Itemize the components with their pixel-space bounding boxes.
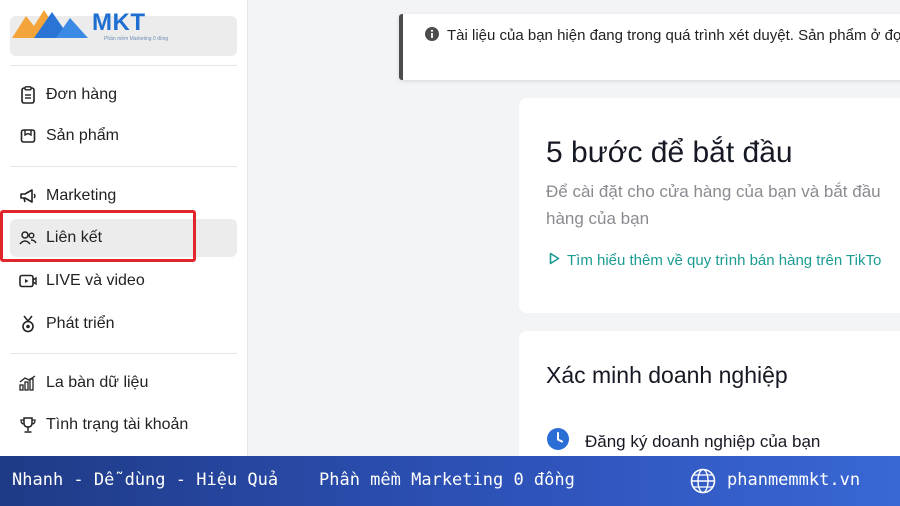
learn-more-label: Tìm hiểu thêm về quy trình bán hàng trên… bbox=[567, 252, 882, 269]
sidebar-item-phat-trien[interactable]: Phát triển bbox=[10, 305, 237, 343]
sidebar-item-live-video[interactable]: LIVE và video bbox=[10, 262, 237, 300]
sidebar-item-label: Phát triển bbox=[46, 315, 115, 332]
notice-text: Tài liệu của bạn hiện đang trong quá trì… bbox=[447, 27, 900, 44]
trophy-icon bbox=[19, 416, 37, 434]
banner-slogan: Nhanh - Dễ dùng - Hiệu Quả bbox=[12, 470, 279, 490]
sidebar-item-la-ban-du-lieu[interactable]: La bàn dữ liệu bbox=[10, 364, 237, 402]
sidebar-item-don-hang[interactable]: Đơn hàng bbox=[10, 76, 237, 114]
getting-started-subtitle: Để cài đặt cho cửa hàng của bạn và bắt đ… bbox=[546, 182, 881, 228]
mkt-logo: MKT Phần mềm Marketing 0 đồng bbox=[12, 8, 168, 48]
business-verification-card: Xác minh doanh nghiệp Đăng ký doanh nghi… bbox=[519, 331, 900, 471]
mountain-logo-icon bbox=[12, 10, 88, 38]
banner-product: Phần mềm Marketing 0 đồng bbox=[319, 470, 575, 490]
register-business-label: Đăng ký doanh nghiệp của bạn bbox=[585, 431, 821, 451]
logo-brand: MKT bbox=[92, 9, 146, 36]
data-chart-icon bbox=[19, 374, 37, 392]
live-video-icon bbox=[19, 272, 37, 290]
clipboard-icon bbox=[19, 86, 37, 104]
sidebar-item-tinh-trang-tai-khoan[interactable]: Tình trạng tài khoản bbox=[10, 406, 237, 444]
divider bbox=[10, 65, 237, 66]
sidebar-item-label: La bàn dữ liệu bbox=[46, 374, 149, 391]
banner-website[interactable]: phanmemmkt.vn bbox=[727, 470, 860, 490]
promo-banner: Nhanh - Dễ dùng - Hiệu Quả Phần mềm Mark… bbox=[0, 456, 900, 506]
megaphone-icon bbox=[19, 187, 37, 205]
globe-icon bbox=[690, 468, 716, 498]
product-box-icon bbox=[19, 127, 37, 145]
sidebar-item-label: Tình trạng tài khoản bbox=[46, 416, 189, 433]
play-icon bbox=[549, 252, 560, 269]
sidebar-item-san-pham[interactable]: Sản phẩm bbox=[10, 117, 237, 155]
verification-title: Xác minh doanh nghiệp bbox=[546, 362, 788, 388]
register-business-step[interactable]: Đăng ký doanh nghiệp của bạn bbox=[547, 428, 820, 455]
review-notice: Tài liệu của bạn hiện đang trong quá trì… bbox=[399, 14, 900, 80]
info-icon bbox=[425, 27, 439, 46]
getting-started-title: 5 bước để bắt đầu bbox=[546, 136, 793, 169]
sidebar-item-label: Sản phẩm bbox=[46, 127, 119, 144]
divider bbox=[10, 166, 237, 167]
divider bbox=[10, 353, 237, 354]
getting-started-card: 5 bước để bắt đầu Để cài đặt cho cửa hàn… bbox=[519, 98, 900, 313]
sidebar-item-label: Đơn hàng bbox=[46, 86, 117, 103]
growth-medal-icon bbox=[19, 315, 37, 333]
highlight-box bbox=[0, 210, 196, 262]
sidebar-item-label: LIVE và video bbox=[46, 272, 145, 289]
sidebar-item-label: Marketing bbox=[46, 187, 117, 204]
logo-tagline: Phần mềm Marketing 0 đồng bbox=[104, 36, 169, 42]
learn-more-link[interactable]: Tìm hiểu thêm về quy trình bán hàng trên… bbox=[549, 252, 881, 269]
clock-icon bbox=[547, 428, 569, 455]
